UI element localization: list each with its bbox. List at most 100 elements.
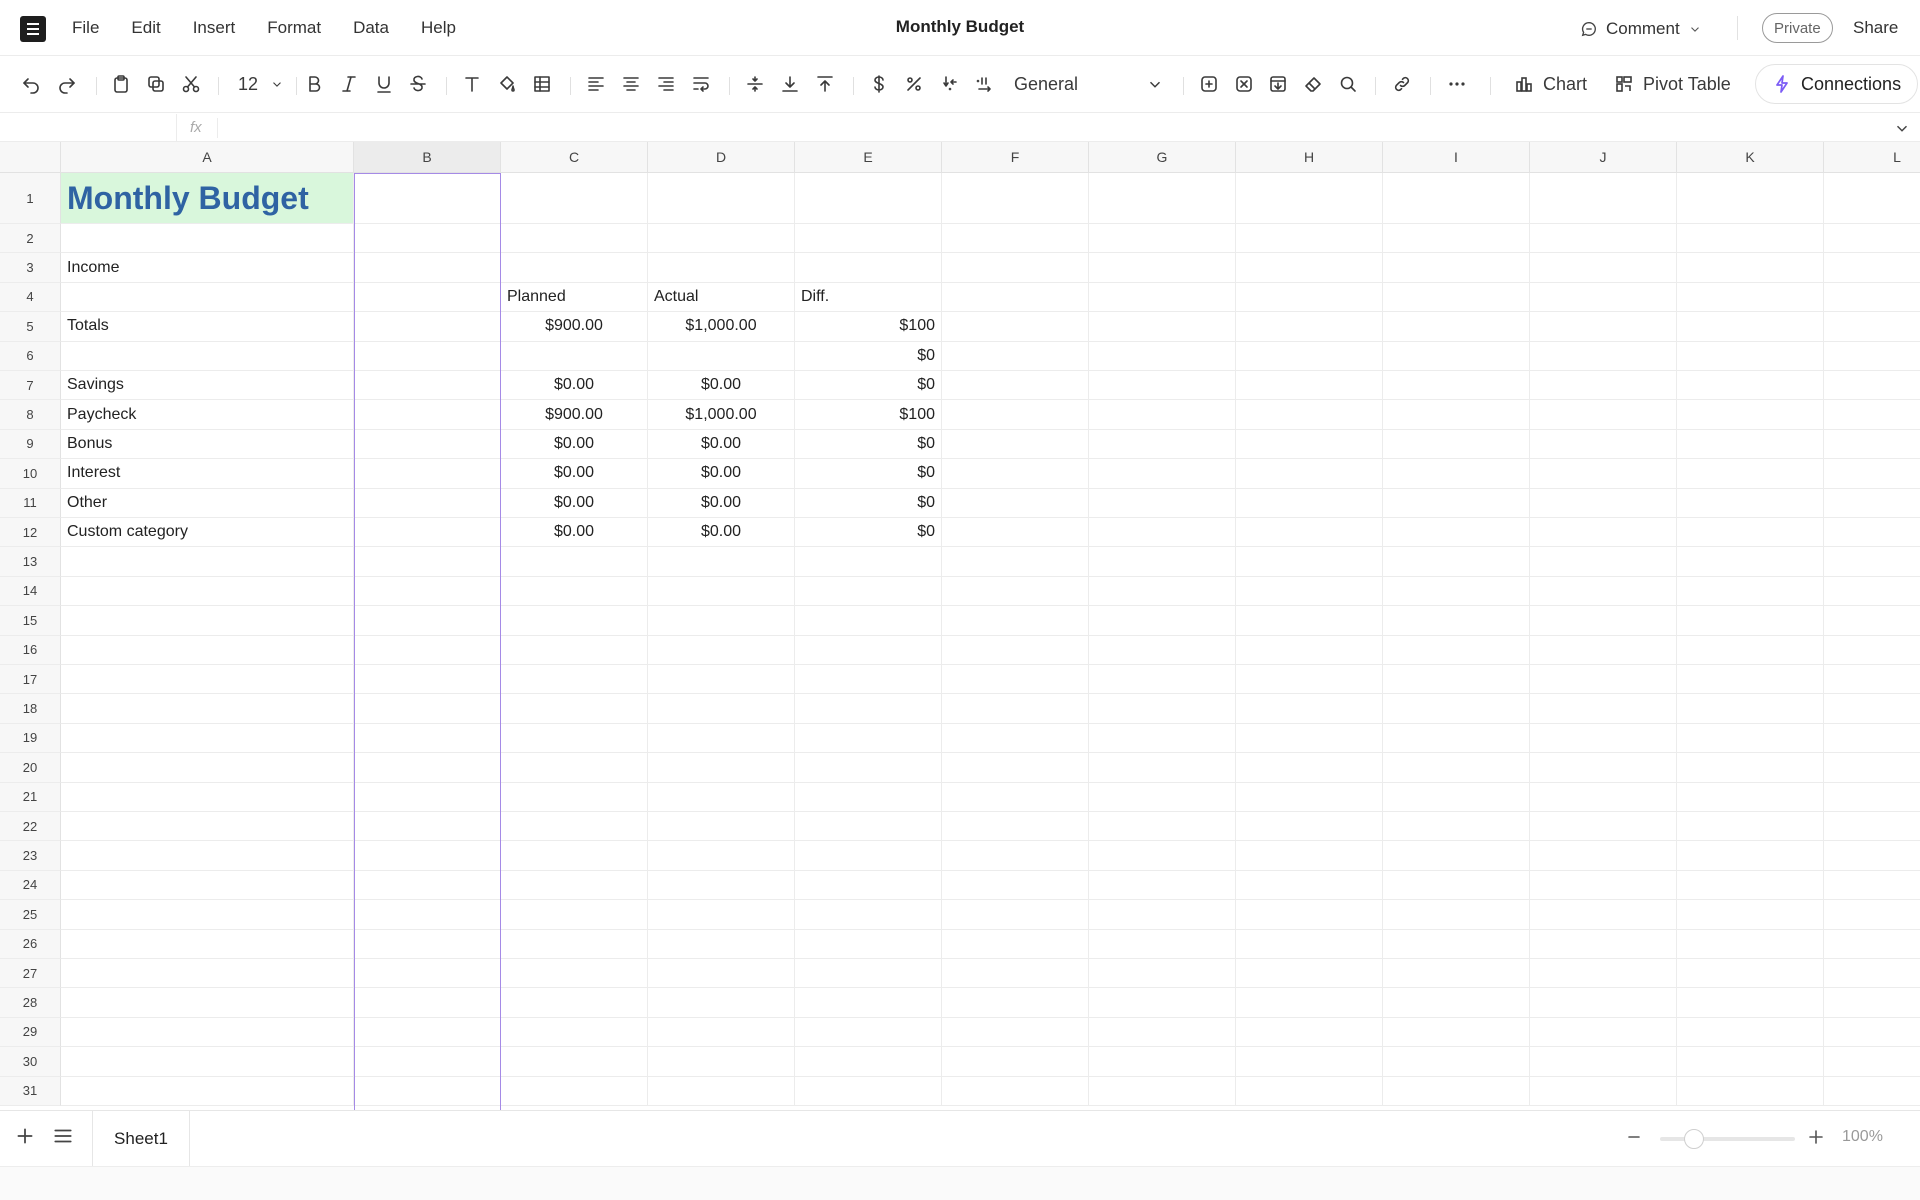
cell-f20[interactable]: [942, 753, 1089, 783]
cell-f31[interactable]: [942, 1076, 1089, 1106]
row-header-6[interactable]: 6: [0, 341, 61, 371]
cell-l15[interactable]: [1824, 606, 1920, 636]
column-header-g[interactable]: G: [1089, 142, 1236, 173]
cell-g2[interactable]: [1089, 224, 1236, 254]
cell-e5[interactable]: $100: [795, 312, 942, 342]
cell-e4[interactable]: Diff.: [795, 282, 942, 313]
cell-b26[interactable]: [354, 929, 501, 959]
cell-c26[interactable]: [501, 929, 648, 959]
cell-b23[interactable]: [354, 841, 501, 871]
cell-e26[interactable]: [795, 929, 942, 959]
cell-e13[interactable]: [795, 547, 942, 577]
cell-k1[interactable]: [1677, 173, 1824, 224]
cell-k29[interactable]: [1677, 1017, 1824, 1048]
row-header-21[interactable]: 21: [0, 782, 61, 812]
row-header-25[interactable]: 25: [0, 900, 61, 930]
cell-k3[interactable]: [1677, 253, 1824, 283]
cell-k28[interactable]: [1677, 988, 1824, 1018]
column-header-f[interactable]: F: [942, 142, 1089, 173]
row-header-2[interactable]: 2: [0, 224, 61, 254]
cell-d3[interactable]: [648, 253, 795, 283]
cell-a8[interactable]: Paycheck: [61, 400, 354, 430]
cell-i27[interactable]: [1383, 959, 1530, 989]
cell-c4[interactable]: Planned: [501, 282, 648, 313]
cell-l1[interactable]: [1824, 173, 1920, 224]
cell-j16[interactable]: [1530, 635, 1677, 665]
cell-l5[interactable]: [1824, 312, 1920, 342]
cell-h5[interactable]: [1236, 312, 1383, 342]
cell-b31[interactable]: [354, 1076, 501, 1106]
cell-f6[interactable]: [942, 341, 1089, 371]
row-header-15[interactable]: 15: [0, 606, 61, 636]
cell-f14[interactable]: [942, 576, 1089, 607]
cell-b29[interactable]: [354, 1017, 501, 1048]
cell-g5[interactable]: [1089, 312, 1236, 342]
cell-b27[interactable]: [354, 959, 501, 989]
cell-i15[interactable]: [1383, 606, 1530, 636]
cell-c12[interactable]: $0.00: [501, 518, 648, 548]
delete-icon[interactable]: [1229, 69, 1259, 99]
cell-j8[interactable]: [1530, 400, 1677, 430]
cell-e15[interactable]: [795, 606, 942, 636]
row-header-20[interactable]: 20: [0, 753, 61, 783]
cell-f1[interactable]: [942, 173, 1089, 224]
cell-e10[interactable]: $0: [795, 459, 942, 489]
cell-g18[interactable]: [1089, 694, 1236, 724]
cell-j29[interactable]: [1530, 1017, 1677, 1048]
cell-j24[interactable]: [1530, 870, 1677, 901]
cell-k23[interactable]: [1677, 841, 1824, 871]
cell-b14[interactable]: [354, 576, 501, 607]
wrap-text-icon[interactable]: [686, 69, 716, 99]
row-header-22[interactable]: 22: [0, 812, 61, 842]
cell-g28[interactable]: [1089, 988, 1236, 1018]
cell-g29[interactable]: [1089, 1017, 1236, 1048]
zoom-out-icon[interactable]: [1624, 1127, 1646, 1149]
cell-g31[interactable]: [1089, 1076, 1236, 1106]
cell-h31[interactable]: [1236, 1076, 1383, 1106]
cell-g13[interactable]: [1089, 547, 1236, 577]
cell-c27[interactable]: [501, 959, 648, 989]
cell-h27[interactable]: [1236, 959, 1383, 989]
cell-j17[interactable]: [1530, 665, 1677, 695]
cell-c8[interactable]: $900.00: [501, 400, 648, 430]
cell-d31[interactable]: [648, 1076, 795, 1106]
cell-k7[interactable]: [1677, 371, 1824, 401]
row-header-13[interactable]: 13: [0, 547, 61, 577]
column-header-i[interactable]: I: [1383, 142, 1530, 173]
cell-j26[interactable]: [1530, 929, 1677, 959]
cell-k12[interactable]: [1677, 518, 1824, 548]
row-header-9[interactable]: 9: [0, 429, 61, 460]
cell-b21[interactable]: [354, 782, 501, 812]
percent-icon[interactable]: [899, 69, 929, 99]
cell-f24[interactable]: [942, 870, 1089, 901]
cell-h25[interactable]: [1236, 900, 1383, 930]
freeze-icon[interactable]: [1263, 69, 1293, 99]
cell-l28[interactable]: [1824, 988, 1920, 1018]
cell-g15[interactable]: [1089, 606, 1236, 636]
cell-l9[interactable]: [1824, 430, 1920, 460]
pivot-table-button[interactable]: Pivot Table: [1614, 69, 1731, 99]
zoom-in-icon[interactable]: [1806, 1127, 1828, 1149]
cell-e2[interactable]: [795, 224, 942, 254]
cell-a2[interactable]: [61, 224, 354, 254]
cell-j23[interactable]: [1530, 841, 1677, 871]
cell-e19[interactable]: [795, 723, 942, 754]
cell-g24[interactable]: [1089, 870, 1236, 901]
cell-d8[interactable]: $1,000.00: [648, 400, 795, 430]
cell-k31[interactable]: [1677, 1076, 1824, 1106]
cell-i8[interactable]: [1383, 400, 1530, 430]
cell-h15[interactable]: [1236, 606, 1383, 636]
cell-j18[interactable]: [1530, 694, 1677, 724]
cell-b17[interactable]: [354, 665, 501, 695]
row-header-23[interactable]: 23: [0, 841, 61, 871]
cell-a28[interactable]: [61, 988, 354, 1018]
row-header-17[interactable]: 17: [0, 665, 61, 695]
cell-h12[interactable]: [1236, 518, 1383, 548]
cell-a18[interactable]: [61, 694, 354, 724]
cell-k15[interactable]: [1677, 606, 1824, 636]
cell-l19[interactable]: [1824, 724, 1920, 754]
cell-d24[interactable]: [648, 870, 795, 901]
cell-e1[interactable]: [795, 173, 942, 224]
row-header-10[interactable]: 10: [0, 459, 61, 489]
cell-l16[interactable]: [1824, 636, 1920, 665]
